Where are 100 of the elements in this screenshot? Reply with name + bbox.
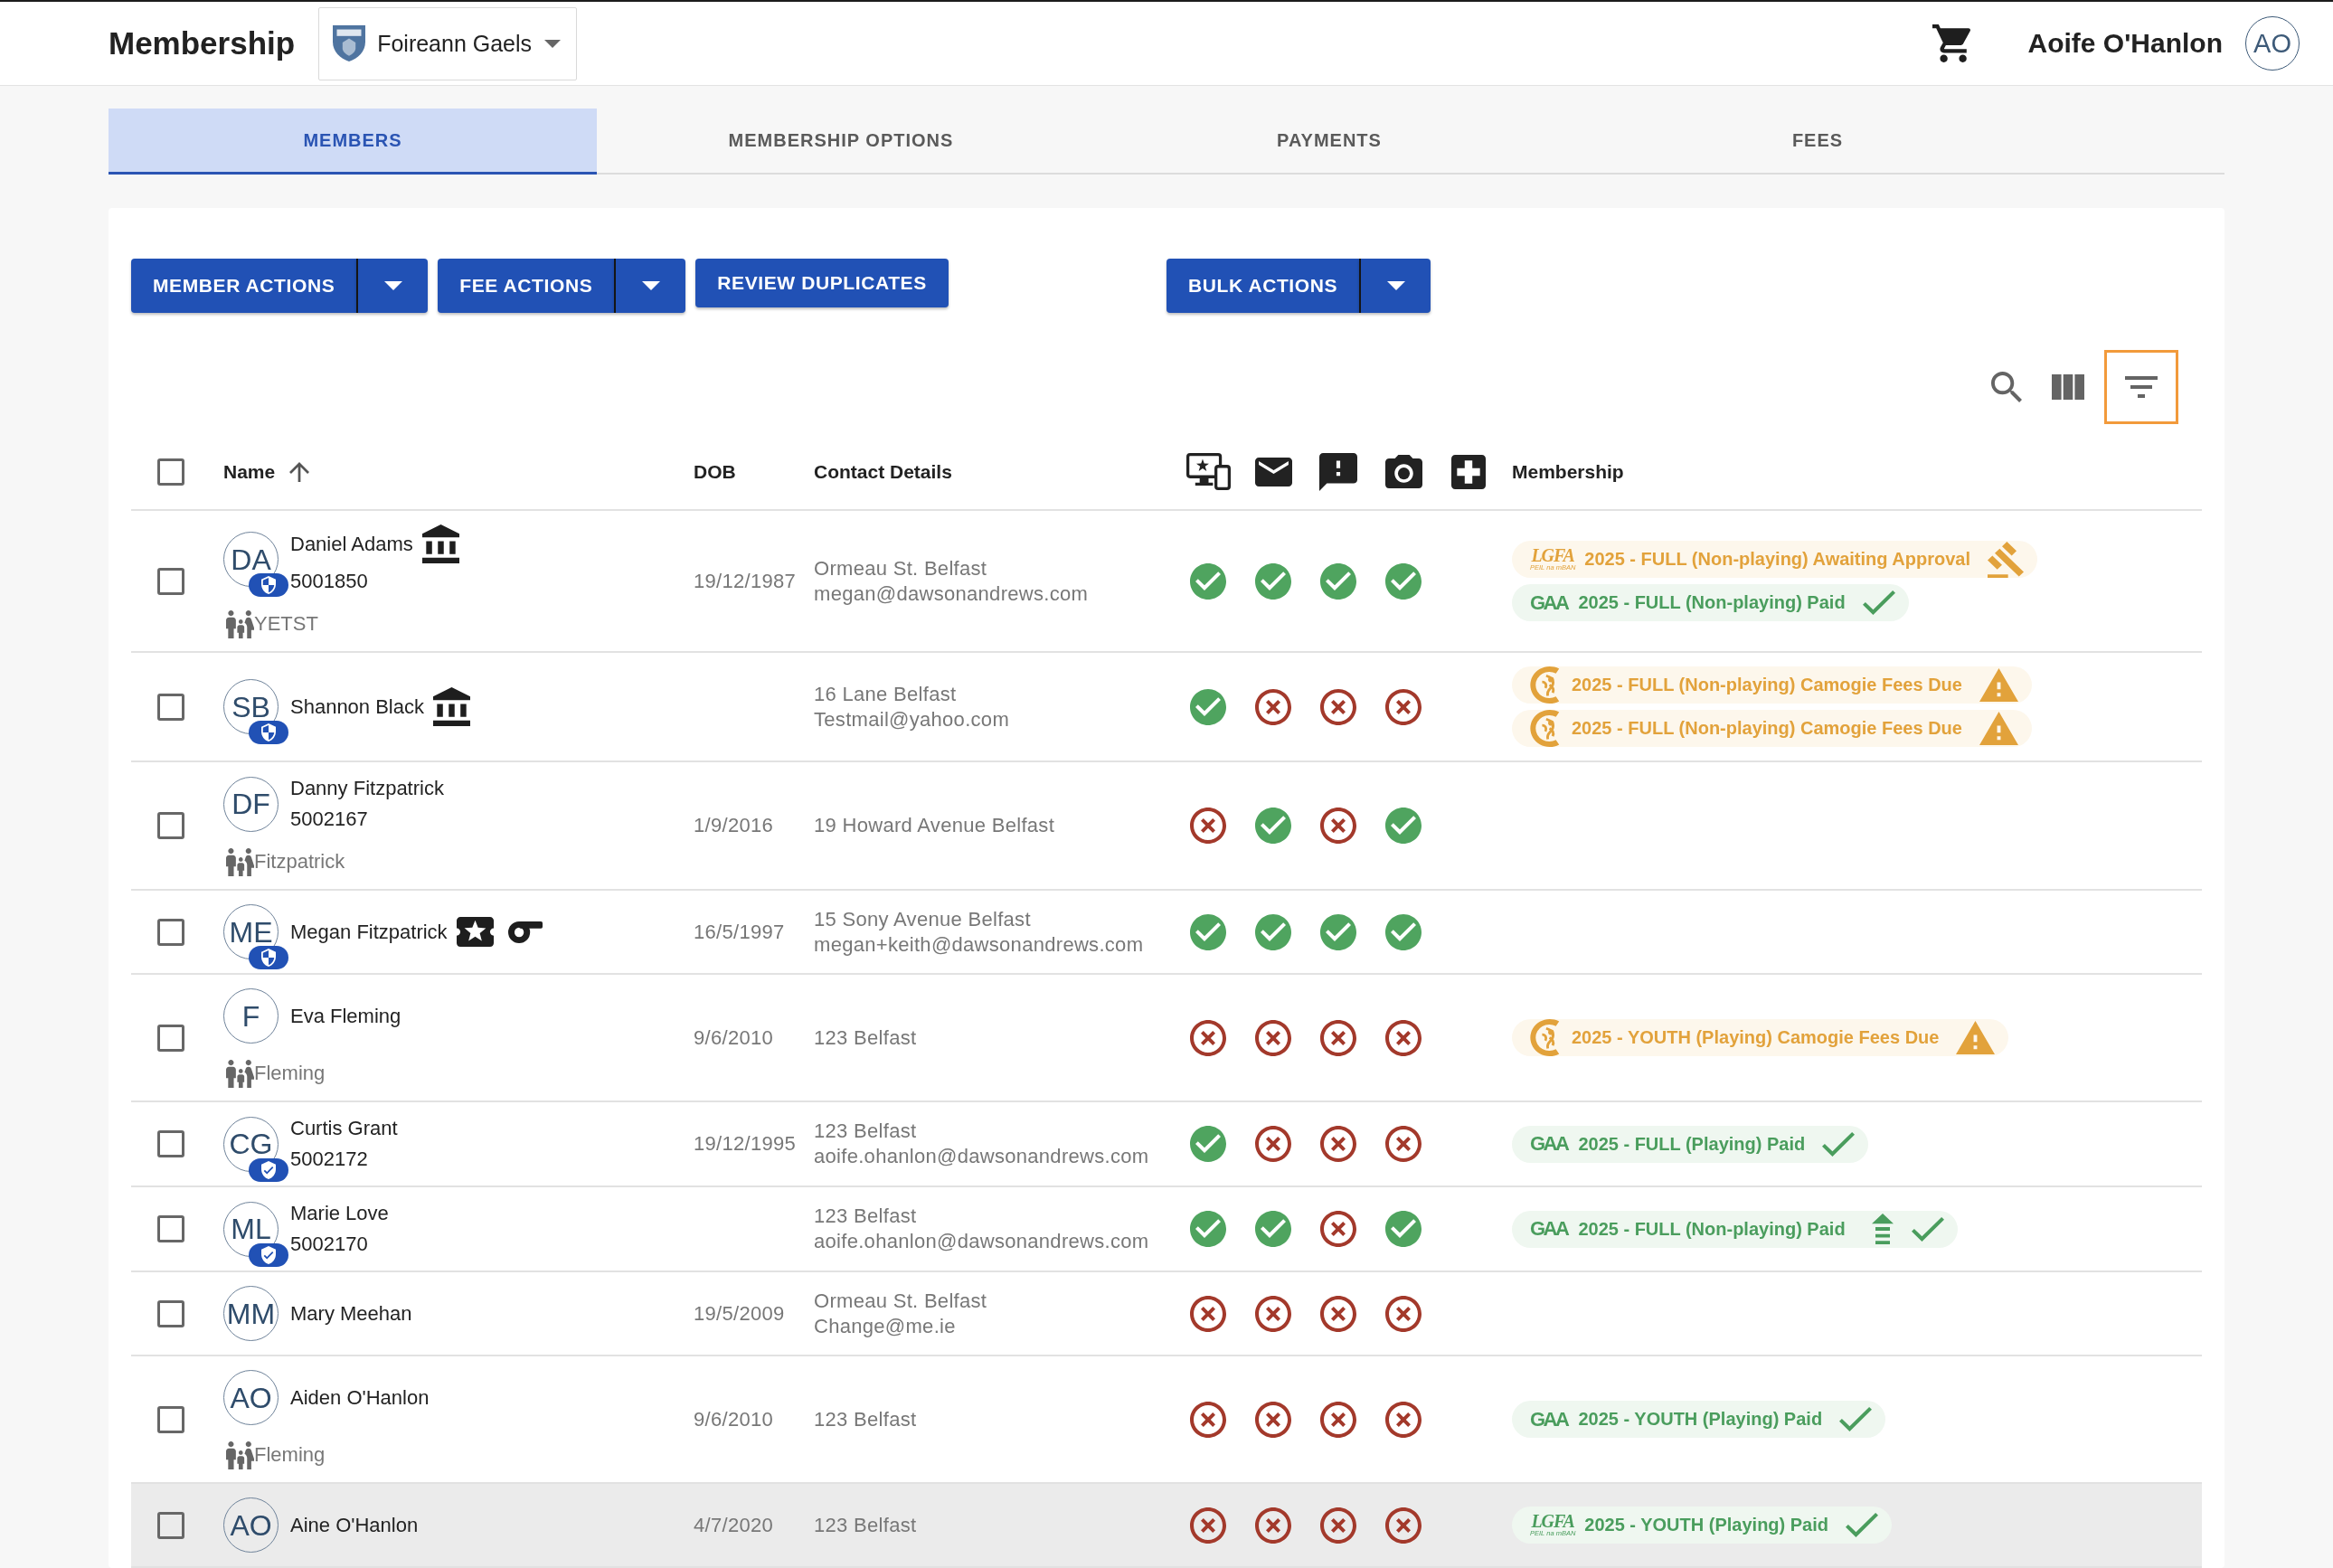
- filter-button[interactable]: [2104, 350, 2178, 424]
- member-name: Aiden O'Hanlon: [290, 1385, 430, 1410]
- row-checkbox[interactable]: [157, 1215, 184, 1242]
- row-checkbox[interactable]: [157, 693, 184, 721]
- member-name: Marie Love: [290, 1202, 389, 1225]
- caret-icon: [1386, 281, 1405, 290]
- membership-label: 2025 - FULL (Non-playing) Camogie Fees Due: [1572, 675, 1962, 695]
- member-id: 5002170: [290, 1232, 368, 1257]
- family-name: YETST: [254, 612, 318, 636]
- check-icon: [1911, 1216, 1944, 1242]
- emblem-icon: [1530, 1019, 1561, 1056]
- star-ticket-icon: [456, 917, 494, 947]
- check-icon: [1846, 1513, 1879, 1537]
- birth-date: 4/7/2020: [694, 1512, 775, 1538]
- menu-button[interactable]: BULK ACTIONS: [1166, 259, 1360, 313]
- member-name: Eva Fleming: [290, 1004, 401, 1028]
- column-header: Membership: [1511, 460, 1625, 483]
- whistle-icon: [507, 921, 543, 943]
- columns-icon: [2052, 374, 2084, 400]
- membership-label: 2025 - FULL (Non-playing) Awaiting Approval: [1584, 549, 1970, 570]
- people-icon: [226, 1440, 254, 1469]
- row-checkbox[interactable]: [157, 567, 184, 595]
- filter-icon: [2125, 376, 2158, 398]
- tab[interactable]: MEMBERSHIP OPTIONS: [597, 109, 1085, 175]
- row-checkbox[interactable]: [157, 1405, 184, 1433]
- row-checkbox[interactable]: [157, 812, 184, 839]
- dropdown-button[interactable]: [356, 259, 429, 313]
- contact-line: 16 Lane Belfast: [814, 681, 957, 707]
- birth-date: 19/12/1995: [694, 1131, 798, 1157]
- dropdown-button[interactable]: [1359, 259, 1431, 313]
- member-id: 5002172: [290, 1147, 368, 1172]
- crest-icon: [333, 25, 366, 61]
- alert-bubble-icon: [1319, 452, 1357, 491]
- contact-line: 123 Belfast: [814, 1512, 917, 1538]
- menu-button[interactable]: MEMBER ACTIONS: [131, 259, 357, 313]
- people-icon: [226, 847, 254, 876]
- cart-icon: [1932, 24, 1970, 62]
- birth-date: 9/6/2010: [694, 1406, 775, 1432]
- monitor-phone-icon: [1185, 453, 1231, 490]
- people-icon: [226, 1059, 254, 1088]
- logo-text: GAA: [1530, 1219, 1569, 1239]
- membership-label: 2025 - FULL (Non-playing) Paid: [1578, 592, 1846, 613]
- page-title: Membership: [109, 25, 296, 61]
- emblem-icon: [1530, 710, 1561, 747]
- logo-text: LGFA: [1531, 547, 1574, 564]
- contact-line: aoife.ohanlon@dawsonandrews.com: [814, 1229, 1149, 1254]
- warning-icon: [1979, 712, 2018, 745]
- people-icon: [226, 609, 254, 638]
- shield-icon: [249, 573, 288, 597]
- contact-line: megan@dawsonandrews.com: [814, 581, 1089, 607]
- column-header: Contact Details: [814, 460, 953, 483]
- contact-line: 19 Howard Avenue Belfast: [814, 813, 1055, 838]
- club-selector[interactable]: Foireann Gaels: [318, 6, 578, 80]
- column-header: DOB: [694, 460, 737, 483]
- select-all-checkbox[interactable]: [157, 458, 184, 486]
- building-columns-icon: [421, 524, 459, 563]
- tab[interactable]: PAYMENTS: [1085, 109, 1573, 175]
- contact-line: megan+keith@dawsonandrews.com: [814, 931, 1144, 958]
- member-name: Aine O'Hanlon: [290, 1513, 419, 1537]
- caret-icon: [641, 281, 660, 290]
- action-button[interactable]: REVIEW DUPLICATES: [695, 259, 949, 307]
- dropdown-button[interactable]: [614, 259, 686, 313]
- member-name: Mary Meehan: [290, 1301, 412, 1326]
- warning-icon: [1956, 1021, 1996, 1054]
- contact-line: aoife.ohanlon@dawsonandrews.com: [814, 1144, 1149, 1169]
- logo-text: GAA: [1530, 1134, 1569, 1154]
- birth-date: 16/5/1997: [694, 919, 786, 945]
- menu-button[interactable]: FEE ACTIONS: [438, 259, 615, 313]
- camera-icon: [1384, 455, 1422, 488]
- check-icon: [1862, 590, 1895, 615]
- row-checkbox[interactable]: [157, 1299, 184, 1327]
- row-checkbox[interactable]: [157, 1511, 184, 1539]
- name-column-header[interactable]: Name: [223, 460, 310, 483]
- family-name: Fitzpatrick: [254, 850, 345, 874]
- caret-icon: [383, 281, 402, 290]
- member-name: Megan Fitzpatrick: [290, 920, 448, 944]
- check-icon: [1822, 1131, 1856, 1157]
- tab[interactable]: FEES: [1573, 109, 2062, 175]
- contact-line: 123 Belfast: [814, 1025, 917, 1051]
- member-id: 5002167: [290, 807, 368, 832]
- logo-text: LGFA: [1531, 1513, 1574, 1530]
- contact-line: 123 Belfast: [814, 1204, 917, 1229]
- envelope-icon: [1254, 457, 1292, 486]
- row-checkbox[interactable]: [157, 918, 184, 946]
- member-name: Shannon Black: [290, 694, 424, 719]
- membership-label: 2025 - YOUTH (Playing) Camogie Fees Due: [1572, 1027, 1940, 1048]
- cart-button[interactable]: [1932, 24, 1970, 62]
- tab[interactable]: MEMBERS: [109, 109, 597, 175]
- search-icon: [1991, 372, 2022, 402]
- contact-line: 123 Belfast: [814, 1119, 917, 1144]
- warning-icon: [1979, 668, 2018, 702]
- emblem-icon: [1530, 666, 1561, 704]
- contact-line: 123 Belfast: [814, 1406, 917, 1432]
- birth-date: 19/12/1987: [694, 568, 798, 594]
- row-checkbox[interactable]: [157, 1024, 184, 1052]
- check-icon: [1839, 1407, 1873, 1431]
- member-name: Curtis Grant: [290, 1117, 398, 1140]
- contact-line: 15 Sony Avenue Belfast: [814, 906, 1031, 932]
- row-checkbox[interactable]: [157, 1130, 184, 1157]
- contact-line: Ormeau St. Belfast: [814, 555, 987, 581]
